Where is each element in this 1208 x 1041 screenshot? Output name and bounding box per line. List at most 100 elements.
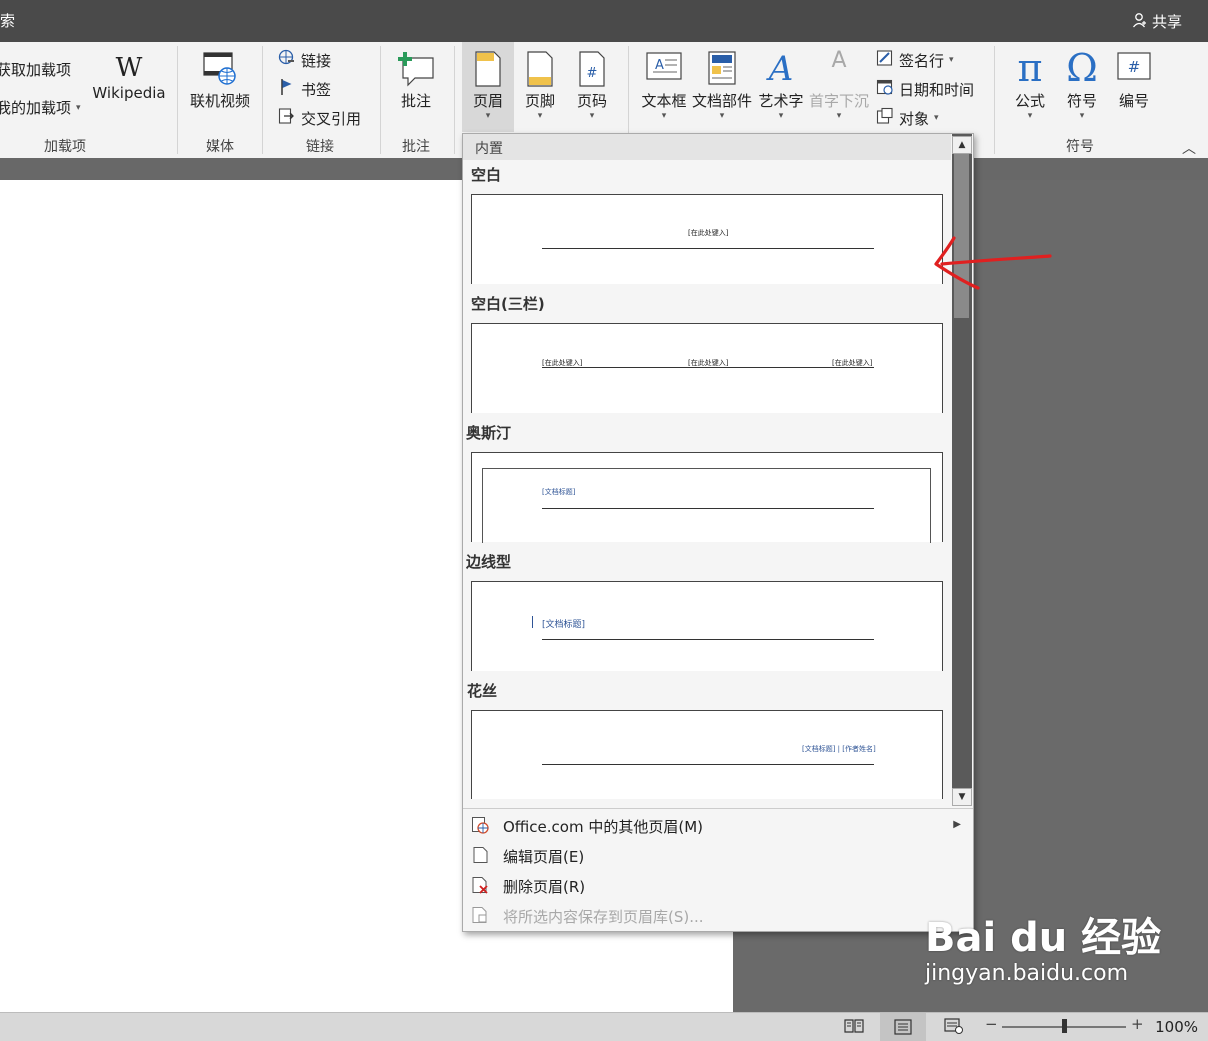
object-button[interactable]: 对象 ▾: [876, 107, 939, 129]
chevron-down-icon: ▾: [589, 111, 595, 121]
gallery-preview: [文档标题]: [471, 452, 943, 543]
gallery-preview: [文档标题]: [471, 581, 943, 671]
zoom-level[interactable]: 100%: [1155, 1018, 1198, 1036]
more-headers-office-menu-item[interactable]: Office.com 中的其他页眉(M) ▶: [463, 811, 971, 841]
user-icon: [1132, 12, 1148, 32]
cross-reference-icon: [278, 107, 296, 129]
remove-header-menu-item[interactable]: 删除页眉(R): [463, 871, 971, 901]
globe-link-icon: [278, 49, 296, 71]
quick-parts-icon: [690, 50, 754, 90]
group-label-symbols: 符号: [1066, 139, 1094, 155]
online-video-icon: [186, 50, 254, 90]
new-comment-button[interactable]: 批注: [390, 50, 442, 111]
group-label-links: 链接: [306, 139, 334, 155]
wordart-icon: A: [768, 49, 794, 89]
chevron-down-icon: ▾: [661, 111, 667, 121]
date-time-button[interactable]: 日期和时间: [876, 78, 974, 100]
chevron-down-icon: ▾: [76, 102, 81, 113]
header-gallery-dropdown: 内置 空白 [在此处键入] 空白(三栏) [在此处键入] [在此处键入] [在此…: [462, 133, 974, 932]
group-label-media: 媒体: [206, 139, 234, 155]
share-button[interactable]: 共享: [1132, 11, 1182, 32]
header-page-icon: [462, 50, 514, 90]
svg-text:#: #: [1128, 58, 1141, 76]
bookmark-button[interactable]: 书签: [278, 78, 331, 100]
chevron-down-icon: ▾: [1027, 111, 1033, 121]
web-layout-icon[interactable]: [944, 1018, 964, 1038]
object-icon: [876, 107, 894, 129]
baidu-jingyan-watermark: Bai du 经验 jingyan.baidu.com: [925, 905, 1161, 986]
gallery-item-sideline[interactable]: 边线型 [文档标题]: [463, 551, 951, 681]
share-label: 共享: [1151, 13, 1182, 31]
group-label-addins: 加载项: [44, 139, 86, 155]
comment-add-icon: [390, 50, 442, 90]
svg-text:#: #: [587, 66, 598, 81]
red-arrow-annotation: [934, 236, 1052, 290]
wikipedia-icon: W: [115, 53, 143, 83]
text-box-button[interactable]: A 文本框 ▾: [638, 50, 690, 121]
drop-cap-button[interactable]: A 首字下沉 ▾: [806, 48, 872, 122]
number-icon: #: [1110, 50, 1158, 90]
pi-icon: π: [1017, 46, 1043, 90]
header-menu: Office.com 中的其他页眉(M) ▶ 编辑页眉(E) 删除页眉(R) 将…: [463, 808, 973, 932]
gallery-item-filigree[interactable]: 花丝 [文档标题] | [作者姓名]: [463, 680, 951, 806]
gallery-preview: [文档标题] | [作者姓名]: [471, 710, 943, 799]
drop-cap-icon: A: [831, 48, 847, 73]
chevron-down-icon: ▾: [836, 111, 842, 121]
footer-button[interactable]: 页脚 ▾: [516, 50, 564, 121]
read-mode-icon[interactable]: [844, 1018, 864, 1038]
gallery-item-blank[interactable]: 空白 [在此处键入]: [463, 164, 951, 294]
link-button[interactable]: 链接: [278, 49, 331, 71]
collapse-ribbon-icon[interactable]: ︿: [1182, 138, 1196, 158]
chevron-down-icon: ▾: [949, 55, 954, 65]
zoom-in-icon[interactable]: +: [1131, 1015, 1144, 1033]
quick-parts-button[interactable]: 文档部件 ▾: [690, 50, 754, 121]
chevron-down-icon: ▾: [1079, 111, 1085, 121]
footer-page-icon: [516, 50, 564, 90]
my-addins-button[interactable]: 我的加载项 ▾: [0, 97, 81, 118]
signature-line-button[interactable]: 签名行 ▾: [876, 49, 954, 71]
status-bar: − + 100%: [0, 1012, 1208, 1041]
header-button[interactable]: 页眉 ▾: [462, 42, 514, 132]
bookmark-flag-icon: [278, 78, 296, 100]
online-video-button[interactable]: 联机视频: [186, 50, 254, 111]
gallery-section-header: 内置: [463, 134, 951, 160]
gallery-item-blank-three-column[interactable]: 空白(三栏) [在此处键入] [在此处键入] [在此处键入]: [463, 293, 951, 423]
wordart-button[interactable]: A 艺术字 ▾: [756, 50, 806, 121]
get-addins-button[interactable]: 获取加载项: [0, 59, 71, 80]
chevron-down-icon: ▾: [719, 111, 725, 121]
remove-header-icon: [471, 876, 489, 894]
cross-reference-button[interactable]: 交叉引用: [278, 107, 361, 129]
title-bar: 索 共享: [0, 0, 1208, 42]
gallery-preview: [在此处键入]: [471, 194, 943, 284]
number-button[interactable]: # 编号: [1110, 50, 1158, 111]
chevron-down-icon: ▾: [778, 111, 784, 121]
equation-button[interactable]: π 公式 ▾: [1004, 46, 1056, 121]
page-number-icon: #: [568, 50, 616, 90]
gallery-item-austin[interactable]: 奥斯汀 [文档标题]: [463, 422, 951, 552]
scroll-up-icon[interactable]: ▲: [952, 136, 972, 154]
scroll-down-icon[interactable]: ▼: [952, 788, 972, 806]
office-online-icon: [471, 816, 489, 834]
signature-pen-icon: [876, 49, 894, 71]
omega-icon: Ω: [1066, 46, 1098, 90]
zoom-out-icon[interactable]: −: [985, 1015, 998, 1033]
calendar-icon: [876, 78, 894, 100]
search-fragment[interactable]: 索: [0, 10, 15, 31]
page-number-button[interactable]: # 页码 ▾: [568, 50, 616, 121]
symbol-button[interactable]: Ω 符号 ▾: [1058, 46, 1106, 121]
chevron-down-icon: ▾: [934, 113, 939, 123]
svg-text:A: A: [655, 58, 664, 73]
zoom-slider-thumb[interactable]: [1062, 1019, 1067, 1033]
group-label-comments: 批注: [402, 139, 430, 155]
chevron-down-icon: ▾: [485, 111, 491, 121]
wikipedia-button[interactable]: W Wikipedia: [90, 52, 168, 102]
text-box-icon: A: [638, 50, 690, 90]
edit-header-icon: [471, 846, 489, 864]
gallery-preview: [在此处键入] [在此处键入] [在此处键入]: [471, 323, 943, 413]
save-to-header-gallery-menu-item: 将所选内容保存到页眉库(S)...: [463, 901, 971, 931]
edit-header-menu-item[interactable]: 编辑页眉(E): [463, 841, 971, 871]
print-layout-icon[interactable]: [880, 1013, 926, 1041]
watermark-brand: Bai du 经验: [925, 915, 1162, 961]
save-selection-icon: [471, 906, 489, 924]
watermark-url: jingyan.baidu.com: [925, 961, 1129, 986]
